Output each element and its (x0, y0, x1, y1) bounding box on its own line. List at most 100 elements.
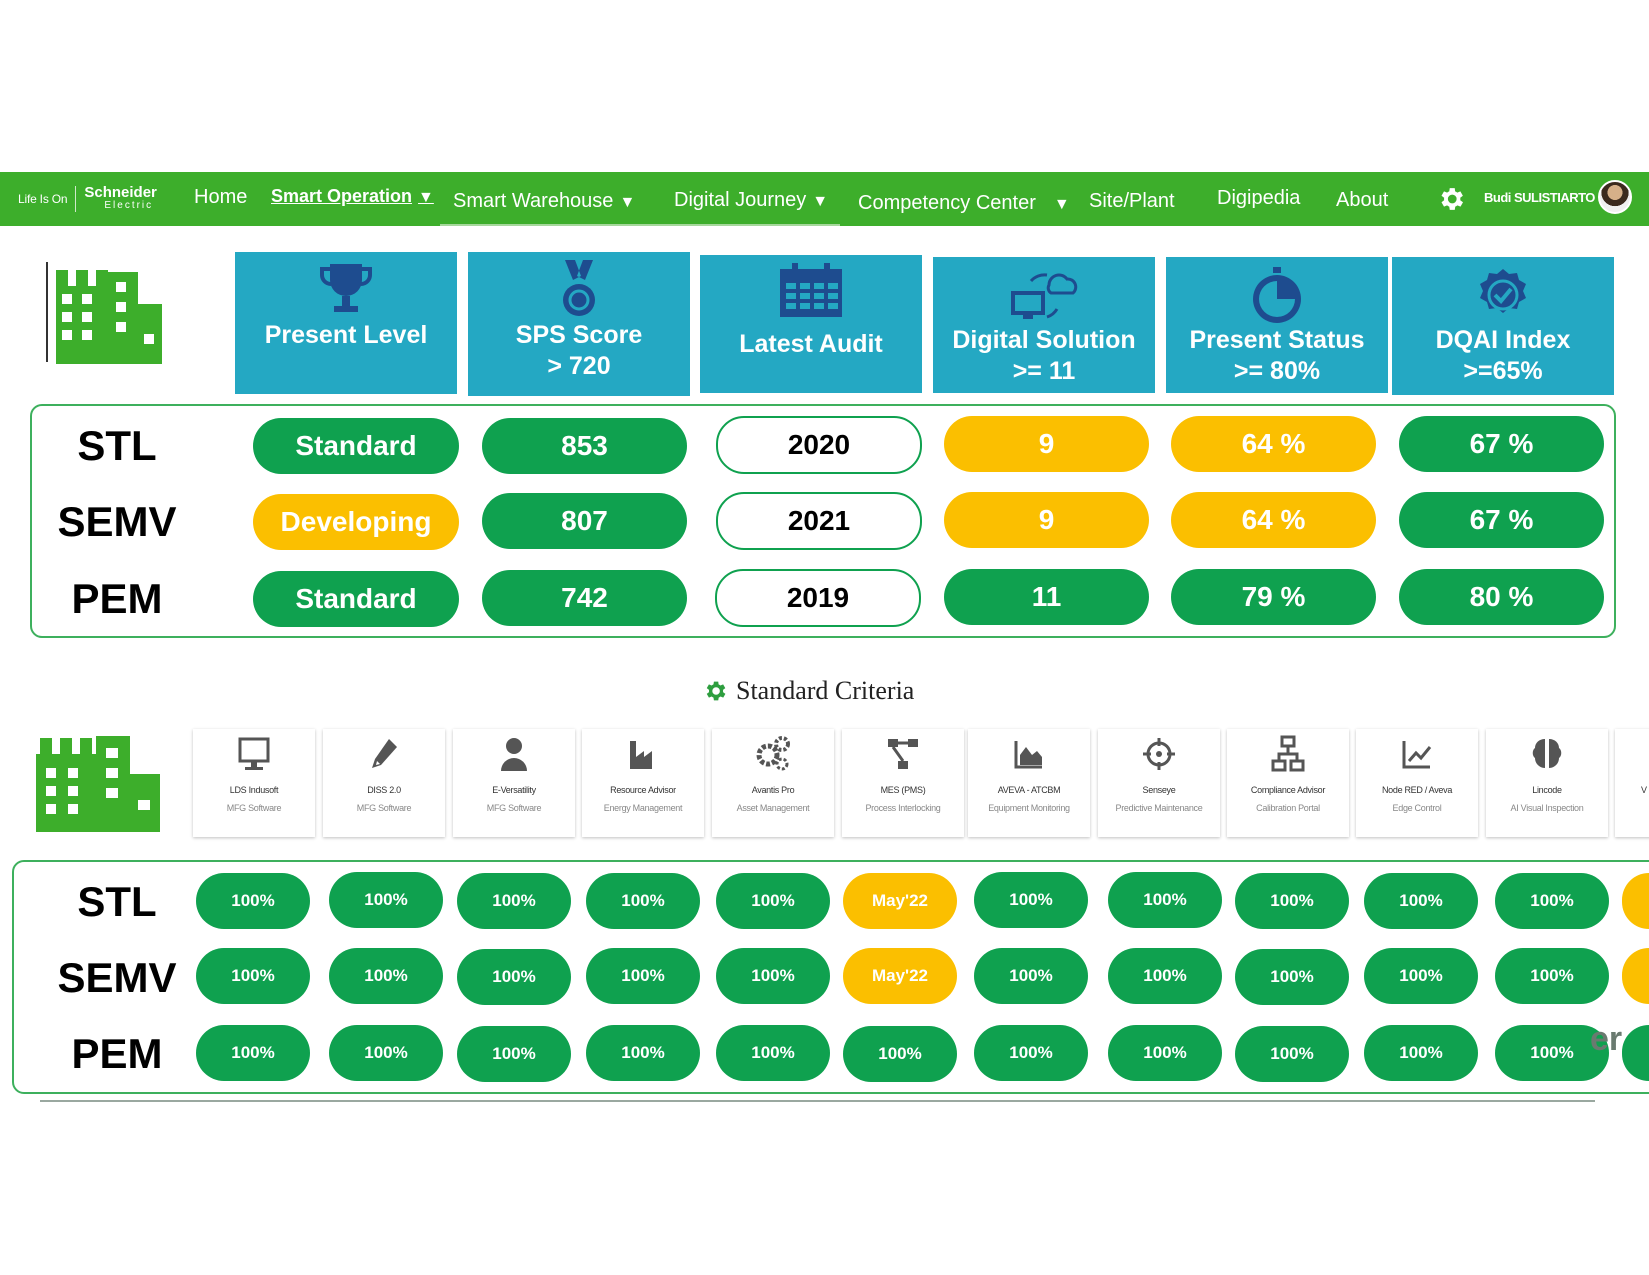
factory-building-icon (36, 736, 160, 832)
tile-name: Node RED / Aveva (1381, 785, 1453, 795)
criteria-cell: May'22 (843, 873, 957, 929)
top-navbar: Life Is On Schneider Electric Home Smart … (0, 172, 1649, 226)
criteria-tile-node-red[interactable]: Node RED / Aveva Edge Control (1356, 729, 1478, 837)
header-digital-solution: Digital Solution >= 11 (933, 257, 1155, 393)
header-label: DQAI Index (1435, 326, 1571, 354)
criteria-cell: 100% (196, 1025, 310, 1081)
nav-digipedia[interactable]: Digipedia (1217, 187, 1300, 210)
monitor-icon (238, 737, 270, 770)
sps-score-cell: 807 (482, 493, 687, 549)
chevron-down-icon: ▼ (619, 194, 636, 211)
criteria-cell: 100% (716, 1025, 830, 1081)
avatar[interactable] (1598, 180, 1632, 214)
tile-subtitle: Calibration Portal (1256, 803, 1320, 813)
factory-icon (630, 741, 652, 769)
criteria-tile-aveva-atcbm[interactable]: AVEVA - ATCBM Equipment Monitoring (968, 729, 1090, 837)
factory-building-icon (46, 262, 162, 364)
gear-icon[interactable] (1436, 184, 1466, 214)
tile-name: Compliance Advisor (1250, 785, 1326, 795)
criteria-cell: 100% (716, 948, 830, 1004)
area-chart-icon (1014, 741, 1042, 769)
brand-tagline: Life Is On (18, 192, 68, 206)
criteria-tile-resource-advisor[interactable]: Resource Advisor Energy Management (582, 729, 704, 837)
present-level-cell: Standard (253, 418, 459, 474)
present-status-cell: 79 % (1171, 569, 1376, 625)
criteria-tile-mes-pms[interactable]: MES (PMS) Process Interlocking (842, 729, 964, 837)
latest-audit-cell: 2021 (716, 492, 922, 550)
criteria-tile-senseye[interactable]: Senseye Predictive Maintenance (1098, 729, 1220, 837)
criteria-tile-lds-indusoft[interactable]: LDS Indusoft MFG Software (193, 729, 315, 837)
criteria-cell: 100% (196, 948, 310, 1004)
criteria-cell: 100% (1235, 1026, 1349, 1082)
digital-solution-cell: 9 (944, 416, 1149, 472)
tile-subtitle: Edge Control (1392, 803, 1442, 813)
gear-icon (706, 681, 726, 701)
nav-home[interactable]: Home (194, 186, 247, 209)
tile-name: DISS 2.0 (367, 785, 401, 795)
nav-about[interactable]: About (1336, 189, 1388, 212)
criteria-cell: 100% (457, 949, 571, 1005)
present-level-cell: Developing (253, 494, 459, 550)
criteria-tile-diss[interactable]: DISS 2.0 MFG Software (323, 729, 445, 837)
tile-name: V (1641, 785, 1647, 795)
nav-smart-warehouse[interactable]: Smart Warehouse ▼ (453, 190, 635, 213)
criteria-cell: 100% (1364, 1025, 1478, 1081)
gears-icon (756, 736, 790, 771)
nav-digital-journey[interactable]: Digital Journey ▼ (674, 189, 828, 212)
brain-icon (1532, 739, 1562, 768)
medal-icon (563, 260, 595, 316)
criteria-cell: 100% (974, 948, 1088, 1004)
header-label: Latest Audit (739, 330, 883, 358)
header-present-level: Present Level (235, 252, 457, 394)
sps-score-cell: 742 (482, 570, 687, 626)
sps-score-cell: 853 (482, 418, 687, 474)
criteria-tile-e-versatility[interactable]: E-Versatility MFG Software (453, 729, 575, 837)
schneider-logo: Schneider Electric (84, 184, 157, 211)
brand-logo[interactable]: Life Is On Schneider Electric (18, 182, 157, 216)
header-present-status: Present Status >= 80% (1166, 257, 1388, 393)
criteria-cell: 100% (457, 1026, 571, 1082)
plant-label-stl: STL (77, 422, 157, 469)
nav-site-plant[interactable]: Site/Plant (1089, 190, 1175, 213)
nav-smart-operation[interactable]: Smart Operation ▼ (271, 186, 434, 207)
criteria-cell: 100% (1108, 1025, 1222, 1081)
tile-name: LDS Indusoft (229, 785, 279, 795)
nav-competency-center[interactable]: Competency Center ▼ (858, 192, 1070, 215)
brand-divider (75, 186, 77, 212)
plant-label-semv: SEMV (57, 954, 177, 1001)
user-icon (501, 738, 527, 771)
criteria-tile-avantis-pro[interactable]: Avantis Pro Asset Management (712, 729, 834, 837)
criteria-cell: May'22 (843, 948, 957, 1004)
criteria-cell: 100% (1495, 948, 1609, 1004)
criteria-tile-lincode[interactable]: Lincode AI Visual Inspection (1486, 729, 1608, 837)
user-name[interactable]: Budi SULISTIARTO (1484, 190, 1595, 205)
tile-name: MES (PMS) (880, 785, 926, 795)
tile-subtitle: Process Interlocking (865, 803, 941, 813)
tile-name: Resource Advisor (610, 785, 676, 795)
dqai-index-cell: 67 % (1399, 416, 1604, 472)
standard-criteria-title: Standard Criteria (702, 676, 914, 706)
sitemap-icon (1271, 735, 1305, 772)
criteria-cell: 100% (1108, 948, 1222, 1004)
present-level-cell: Standard (253, 571, 459, 627)
plant-label-stl: STL (77, 878, 157, 925)
header-dqai-index: DQAI Index >=65% (1392, 257, 1614, 395)
header-label: SPS Score (515, 321, 643, 349)
tile-subtitle: Energy Management (603, 803, 683, 813)
criteria-cell: 100% (586, 948, 700, 1004)
tile-name: Lincode (1532, 785, 1562, 795)
verified-badge-icon (1480, 269, 1526, 313)
plant-label-pem: PEM (71, 575, 163, 622)
criteria-tile-compliance-advisor[interactable]: Compliance Advisor Calibration Portal (1227, 729, 1349, 837)
tile-name: E-Versatility (492, 785, 536, 795)
criteria-cell: 100% (1364, 948, 1478, 1004)
header-criteria: > 720 (547, 352, 611, 380)
latest-audit-cell: 2020 (716, 416, 922, 474)
criteria-tile-cutoff[interactable]: V (1615, 729, 1649, 837)
dqai-index-cell: 80 % (1399, 569, 1604, 625)
tile-name: Avantis Pro (751, 785, 795, 795)
stopwatch-icon (1253, 267, 1301, 323)
calendar-icon (780, 263, 842, 317)
digital-solution-cell: 9 (944, 492, 1149, 548)
header-criteria: >= 80% (1233, 357, 1321, 385)
